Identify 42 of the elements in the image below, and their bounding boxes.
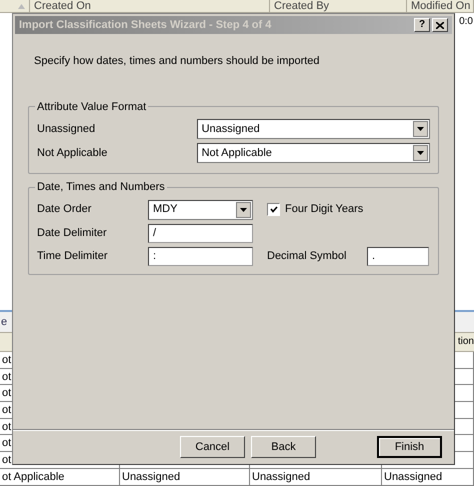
dialog-button[interactable]: Cancel — [180, 436, 245, 458]
help-button[interactable]: ? — [414, 18, 430, 32]
table-cell: ot — [2, 370, 12, 383]
dialog-button[interactable]: Back — [251, 436, 316, 458]
table-cell-text: 0:0 — [459, 15, 473, 29]
dropdown[interactable]: Not Applicable — [196, 143, 430, 163]
table-cell: ot — [2, 404, 12, 416]
check-icon — [270, 206, 278, 213]
section-label: e — [1, 316, 8, 328]
column-header[interactable]: Created On — [30, 0, 270, 12]
checkbox-label: Four Digit Years — [285, 202, 364, 218]
table-cell: Unassigned — [122, 470, 180, 483]
close-icon — [436, 22, 444, 28]
table-cell: ot — [2, 420, 12, 433]
dropdown[interactable]: MDY — [148, 200, 253, 220]
table-cell: ot — [2, 354, 12, 366]
dialog-button[interactable]: Finish — [377, 436, 442, 458]
instruction-text: Specify how dates, times and numbers should be imported — [34, 54, 321, 69]
table-cell: ot — [2, 387, 12, 400]
column-header[interactable]: tion — [458, 333, 474, 351]
close-button[interactable] — [432, 18, 448, 32]
column-header[interactable]: Created By — [270, 0, 407, 12]
field-label: Unassigned — [37, 122, 96, 137]
group-title: Date, Times and Numbers — [36, 180, 166, 195]
field-label: Date Order — [37, 202, 92, 218]
sort-arrow-icon — [18, 4, 25, 9]
dropdown[interactable]: Unassigned — [196, 119, 430, 139]
table-cell: ot Applicable — [2, 470, 64, 483]
field-label: Decimal Symbol — [267, 248, 348, 264]
group-title: Attribute Value Format — [36, 100, 148, 114]
column-header[interactable]: Modified On — [407, 0, 474, 12]
text-field[interactable]: / — [148, 224, 253, 242]
table-cell: Unassigned — [252, 470, 310, 483]
field-label: Time Delimiter — [37, 248, 108, 264]
field-label: Date Delimiter — [37, 226, 108, 241]
table-cell: ot — [2, 454, 12, 466]
field-label: Not Applicable — [37, 146, 108, 161]
text-field[interactable]: : — [148, 246, 253, 266]
text-field[interactable]: . — [367, 246, 429, 266]
table-cell: ot — [2, 437, 12, 450]
table-cell: Unassigned — [384, 470, 442, 483]
checkbox[interactable] — [267, 203, 280, 216]
